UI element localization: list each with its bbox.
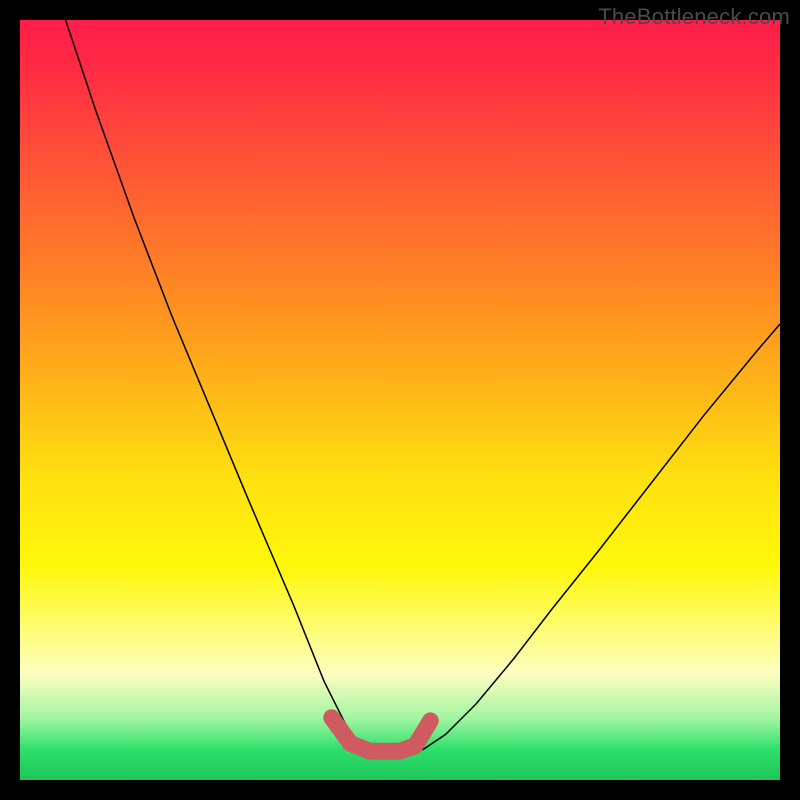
curve-line <box>66 20 780 753</box>
chart-frame: TheBottleneck.com <box>0 0 800 800</box>
watermark-text: TheBottleneck.com <box>598 4 790 30</box>
chart-svg <box>20 20 780 780</box>
plot-area <box>20 20 780 780</box>
valley-marker-line <box>332 718 431 751</box>
